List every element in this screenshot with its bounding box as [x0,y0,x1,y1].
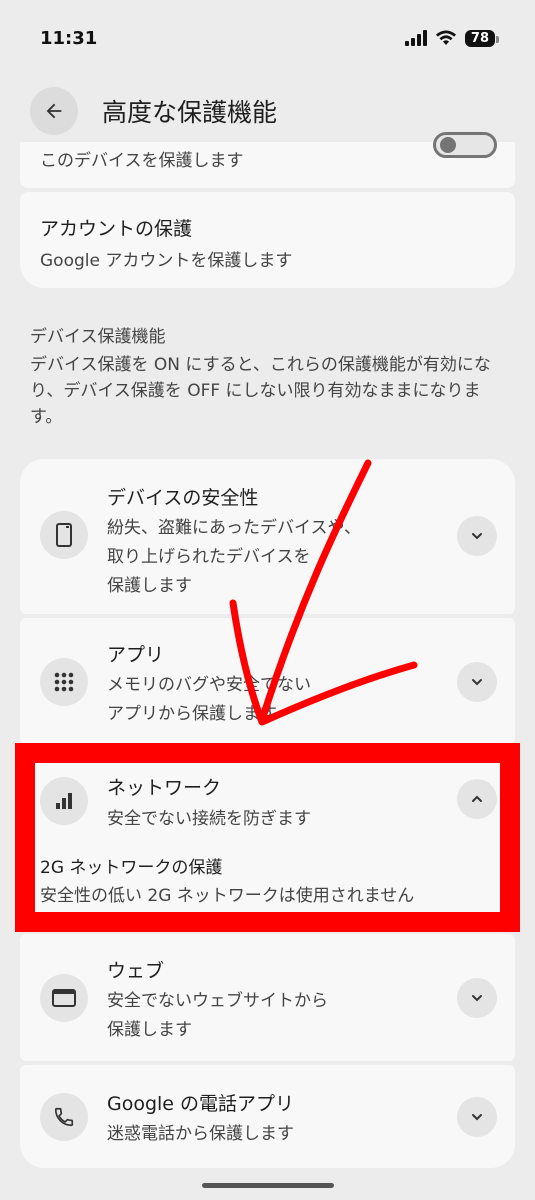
signal-bars-icon [40,777,88,825]
feature-description: 安全でない接続を防ぎます [107,805,427,834]
feature-description-line: 保護します [107,576,192,596]
feature-title: デバイスの安全性 [107,487,259,509]
arrow-back-icon [46,103,62,119]
phone-call-icon [40,1093,88,1141]
feature-description-line: 紛失、盗難にあったデバイスや、 [107,518,361,538]
account-protection-subtitle: Google アカウントを保護します [40,251,293,271]
status-time: 11:31 [40,27,98,49]
device-protection-card[interactable]: このデバイスを保護します [20,132,515,188]
chevron-down-icon [472,1114,482,1121]
feature-description-line: 安全でないウェブサイトから [107,991,328,1011]
back-button[interactable] [30,87,78,135]
feature-description: 紛失、盗難にあったデバイスや、 取り上げられたデバイスを 保護します [107,514,427,601]
feature-description-line: 取り上げられたデバイスを [107,547,311,567]
home-indicator[interactable] [202,1183,334,1188]
feature-device-safety[interactable]: デバイスの安全性 紛失、盗難にあったデバイスや、 取り上げられたデバイスを 保護… [20,459,515,614]
chevron-down-icon [472,679,482,686]
feature-description-line: アプリから保護します [107,704,277,724]
feature-title: ネットワーク [107,777,222,799]
expand-button[interactable] [457,516,497,556]
wifi-icon [435,30,456,45]
chevron-down-icon [472,995,482,1002]
phone-device-icon [40,511,88,559]
feature-title: ウェブ [107,960,165,982]
expand-button[interactable] [457,1097,497,1137]
battery-indicator: 78 [464,29,500,47]
status-bar: 11:31 78 [0,0,535,76]
status-icons: 78 [404,29,500,47]
chevron-up-icon [472,795,482,802]
section-heading: デバイス保護機能 [30,327,166,347]
expand-button[interactable] [457,978,497,1018]
feature-phone-app[interactable]: Google の電話アプリ 迷惑電話から保護します [20,1065,515,1168]
feature-title: アプリ [107,644,165,666]
feature-description: 迷惑電話から保護します [107,1120,427,1149]
chevron-down-icon [472,533,482,540]
feature-apps[interactable]: アプリ メモリのバグや安全でない アプリから保護します [20,618,515,745]
page-title: 高度な保護機能 [102,98,278,127]
feature-network[interactable]: ネットワーク 安全でない接続を防ぎます 2G ネットワークの保護 安全性の低い … [20,745,515,930]
expand-button[interactable] [457,662,497,702]
feature-description: メモリのバグや安全でない アプリから保護します [107,671,427,729]
feature-description-line: 安全でない接続を防ぎます [107,809,311,829]
network-2g-protection-title[interactable]: 2G ネットワークの保護 [40,853,222,878]
feature-description-line: 保護します [107,1020,192,1040]
feature-description-line: 迷惑電話から保護します [107,1124,294,1144]
cellular-signal-icon [404,30,427,46]
network-2g-protection-description: 安全性の低い 2G ネットワークは使用されません [40,886,415,906]
feature-description-line: メモリのバグや安全でない [107,675,311,695]
feature-web[interactable]: ウェブ 安全でないウェブサイトから 保護します [20,934,515,1061]
feature-title: Google の電話アプリ [107,1093,295,1115]
browser-window-icon [40,974,88,1022]
feature-description: 安全でないウェブサイトから 保護します [107,987,427,1045]
account-protection-title: アカウントの保護 [40,218,193,240]
section-description: デバイス保護を ON にすると、これらの保護機能が有効になり、デバイス保護を O… [30,355,491,427]
device-protection-toggle[interactable] [433,132,497,158]
account-protection-card[interactable]: アカウントの保護 Google アカウントを保護します [20,192,515,288]
apps-grid-icon [40,658,88,706]
collapse-button[interactable] [457,779,497,819]
device-protection-subtitle: このデバイスを保護します [40,151,244,171]
